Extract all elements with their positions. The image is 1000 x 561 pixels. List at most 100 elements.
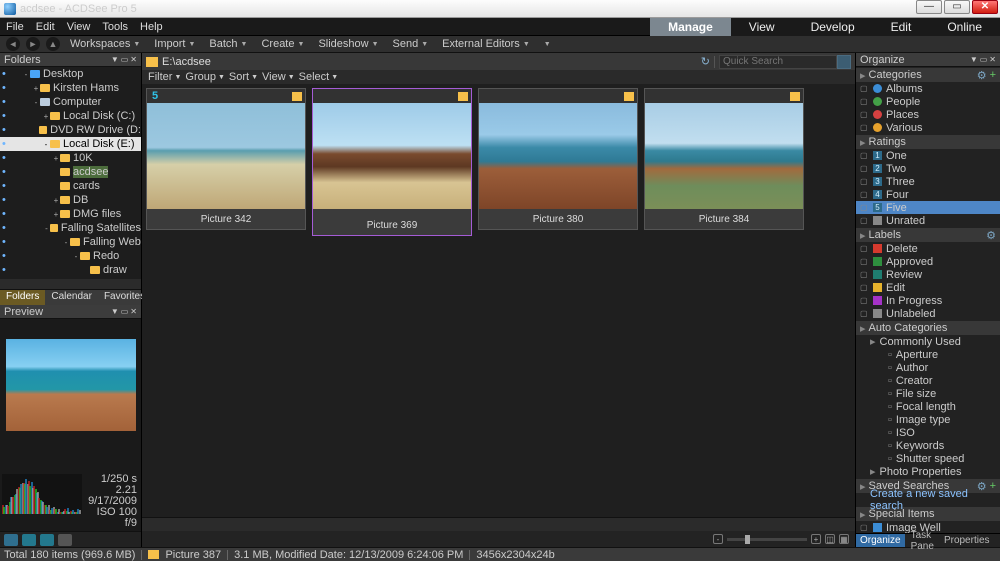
org-row[interactable]: ▢Edit <box>856 281 1000 294</box>
tree-row[interactable]: • images <box>0 277 141 279</box>
tree-row[interactable]: •+DMG files <box>0 207 141 221</box>
tab-organize[interactable]: Organize <box>856 534 905 547</box>
org-row[interactable]: ▫Author <box>856 361 1000 374</box>
org-section-header[interactable]: ▸Labels⚙ <box>856 228 1000 242</box>
org-row[interactable]: ▢5Five <box>856 201 1000 214</box>
sort-dropdown[interactable]: Sort▼ <box>229 71 258 83</box>
preview-dropdown-icon[interactable]: ▼ <box>111 307 119 316</box>
select-dropdown[interactable]: Select▼ <box>299 71 339 83</box>
tab-edit[interactable]: Edit <box>873 18 930 36</box>
toolbar-workspaces[interactable]: Workspaces▼ <box>66 38 144 50</box>
org-row[interactable]: ▢Unrated <box>856 214 1000 227</box>
org-row[interactable]: Create a new saved search <box>856 493 1000 506</box>
org-row[interactable]: ▢In Progress <box>856 294 1000 307</box>
path-text[interactable]: E:\acdsee <box>162 56 697 68</box>
org-row[interactable]: ▢Unlabeled <box>856 307 1000 320</box>
org-row[interactable]: ▢4Four <box>856 188 1000 201</box>
menu-help[interactable]: Help <box>140 21 163 33</box>
tree-row[interactable]: •-Computer <box>0 95 141 109</box>
tree-row[interactable]: •-Local Disk (E:) <box>0 137 141 151</box>
thumbnail[interactable]: Picture 380 <box>478 88 638 230</box>
minimize-button[interactable]: ― <box>916 0 942 14</box>
zoom-slider[interactable] <box>727 538 807 541</box>
menu-tools[interactable]: Tools <box>102 21 128 33</box>
tree-row[interactable]: • DVD RW Drive (D: <box>0 123 141 137</box>
toolbar-send[interactable]: Send▼ <box>389 38 433 50</box>
gear-icon[interactable]: ⚙ <box>977 69 987 82</box>
tab-develop[interactable]: Develop <box>793 18 873 36</box>
org-row[interactable]: ▫Keywords <box>856 439 1000 452</box>
viewmode-icon[interactable]: ◫ <box>825 534 835 544</box>
tab-view[interactable]: View <box>731 18 793 36</box>
toolbar-more[interactable]: ▼ <box>540 41 555 48</box>
org-row[interactable]: ▫ISO <box>856 426 1000 439</box>
preview-tool-icon[interactable] <box>4 534 18 546</box>
toolbar-batch[interactable]: Batch▼ <box>205 38 251 50</box>
filter-dropdown[interactable]: Filter▼ <box>148 71 181 83</box>
org-row[interactable]: ▫Focal length <box>856 400 1000 413</box>
group-dropdown[interactable]: Group▼ <box>185 71 225 83</box>
quick-search-input[interactable] <box>719 55 837 69</box>
org-row[interactable]: ▸Photo Properties <box>856 465 1000 478</box>
tree-row[interactable]: • cards <box>0 179 141 193</box>
toolbar-import[interactable]: Import▼ <box>150 38 199 50</box>
org-row[interactable]: ▢People <box>856 95 1000 108</box>
org-row[interactable]: ▢Albums <box>856 82 1000 95</box>
org-row[interactable]: ▢Delete <box>856 242 1000 255</box>
tree-row[interactable]: • acdsee <box>0 165 141 179</box>
nav-up-icon[interactable]: ▲ <box>46 37 60 51</box>
zoom-out-icon[interactable]: - <box>713 534 723 544</box>
gear-icon[interactable]: ⚙ <box>986 229 996 242</box>
folder-scrollbar[interactable] <box>0 279 141 289</box>
organize-pin-icon[interactable]: ▭ <box>980 55 988 64</box>
menu-view[interactable]: View <box>67 21 91 33</box>
org-row[interactable]: ▫File size <box>856 387 1000 400</box>
tree-row[interactable]: •-Falling Web <box>0 235 141 249</box>
org-row[interactable]: ▫Image type <box>856 413 1000 426</box>
tab-task-pane[interactable]: Task Pane <box>907 534 938 547</box>
zoom-in-icon[interactable]: + <box>811 534 821 544</box>
thumbnail[interactable]: Picture 369 <box>312 88 472 236</box>
org-section-header[interactable]: ▸Ratings <box>856 135 1000 149</box>
preview-tool-icon[interactable] <box>22 534 36 546</box>
tree-row[interactable]: •+Local Disk (C:) <box>0 109 141 123</box>
org-row[interactable]: ▫Shutter speed <box>856 452 1000 465</box>
tree-row[interactable]: •+10K <box>0 151 141 165</box>
tab-folders[interactable]: Folders <box>0 290 45 305</box>
org-row[interactable]: ▫Creator <box>856 374 1000 387</box>
tree-row[interactable]: •-Falling Satellites <box>0 221 141 235</box>
folders-close-icon[interactable]: ✕ <box>130 55 137 64</box>
thumbnail[interactable]: Picture 342 <box>146 88 306 230</box>
tree-row[interactable]: •-Desktop <box>0 67 141 81</box>
org-row[interactable]: ▢Review <box>856 268 1000 281</box>
folders-pin-icon[interactable]: ▭ <box>121 55 129 64</box>
organize-close-icon[interactable]: ✕ <box>989 55 996 64</box>
tree-row[interactable]: •+Kirsten Hams <box>0 81 141 95</box>
preview-tool-icon[interactable] <box>40 534 54 546</box>
tab-manage[interactable]: Manage <box>650 18 731 36</box>
add-icon[interactable]: + <box>990 69 996 82</box>
org-row[interactable]: ▢2Two <box>856 162 1000 175</box>
tab-search[interactable]: Search <box>996 534 1000 547</box>
org-row[interactable]: ▫Aperture <box>856 348 1000 361</box>
viewmode-icon[interactable]: ▦ <box>839 534 849 544</box>
thumbnail[interactable]: Picture 384 <box>644 88 804 230</box>
preview-pin-icon[interactable]: ▭ <box>121 307 129 316</box>
toolbar-external-editors[interactable]: External Editors▼ <box>438 38 534 50</box>
org-section-header[interactable]: ▸Auto Categories <box>856 321 1000 335</box>
tab-calendar[interactable]: Calendar <box>45 290 98 305</box>
refresh-icon[interactable]: ↻ <box>701 55 710 68</box>
view-dropdown[interactable]: View▼ <box>262 71 295 83</box>
tree-row[interactable]: •-Redo <box>0 249 141 263</box>
organize-dropdown-icon[interactable]: ▼ <box>970 55 978 64</box>
preview-print-icon[interactable] <box>58 534 72 546</box>
tree-row[interactable]: •+DB <box>0 193 141 207</box>
preview-close-icon[interactable]: ✕ <box>130 307 137 316</box>
tree-row[interactable]: • draw <box>0 263 141 277</box>
thumbs-scrollbar[interactable] <box>142 517 855 531</box>
org-row[interactable]: ▢3Three <box>856 175 1000 188</box>
tab-properties[interactable]: Properties <box>940 534 994 547</box>
tab-online[interactable]: Online <box>929 18 1000 36</box>
org-section-header[interactable]: ▸Categories⚙+ <box>856 68 1000 82</box>
org-row[interactable]: ▸Commonly Used <box>856 335 1000 348</box>
